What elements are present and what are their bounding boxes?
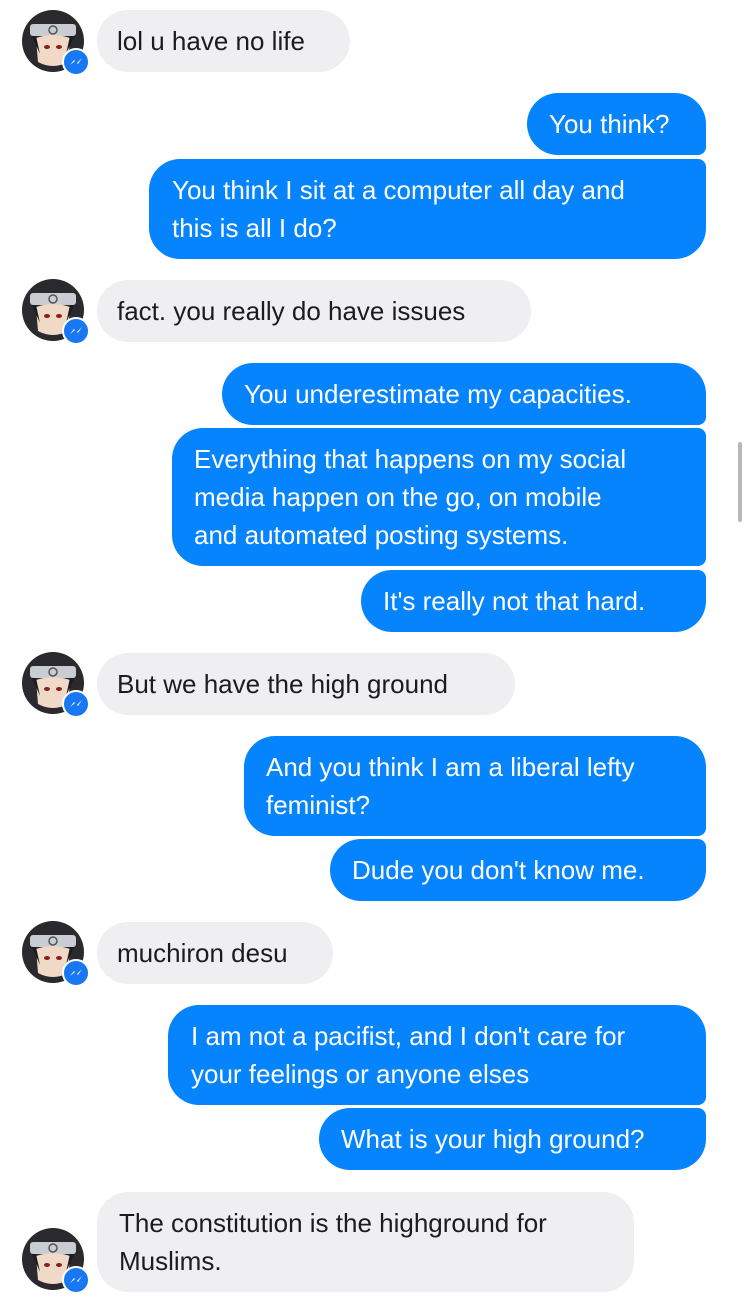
outgoing-message: You think? [527, 93, 706, 155]
incoming-message: muchiron desu [97, 922, 333, 984]
incoming-message: fact. you really do have issues [97, 280, 531, 342]
messenger-badge-icon [62, 1266, 90, 1294]
avatar[interactable] [22, 1228, 90, 1294]
messenger-badge-icon [62, 317, 90, 345]
outgoing-message: Dude you don't know me. [330, 839, 706, 901]
avatar[interactable] [22, 921, 90, 987]
outgoing-message: You underestimate my capacities. [222, 363, 706, 425]
avatar[interactable] [22, 279, 90, 345]
outgoing-message: What is your high ground? [319, 1108, 706, 1170]
messenger-badge-icon [62, 959, 90, 987]
outgoing-message: It's really not that hard. [361, 570, 706, 632]
outgoing-message: And you think I am a liberal lefty femin… [244, 736, 706, 836]
messenger-badge-icon [62, 48, 90, 76]
scrollbar[interactable] [738, 442, 742, 522]
incoming-message: lol u have no life [97, 10, 350, 72]
outgoing-message: Everything that happens on my social med… [172, 428, 706, 566]
avatar[interactable] [22, 10, 90, 76]
messenger-badge-icon [62, 690, 90, 718]
outgoing-message: I am not a pacifist, and I don't care fo… [168, 1005, 706, 1105]
outgoing-message: You think I sit at a computer all day an… [149, 159, 706, 259]
avatar[interactable] [22, 652, 90, 718]
incoming-message: But we have the high ground [97, 653, 515, 715]
incoming-message: The constitution is the highground for M… [97, 1192, 634, 1292]
